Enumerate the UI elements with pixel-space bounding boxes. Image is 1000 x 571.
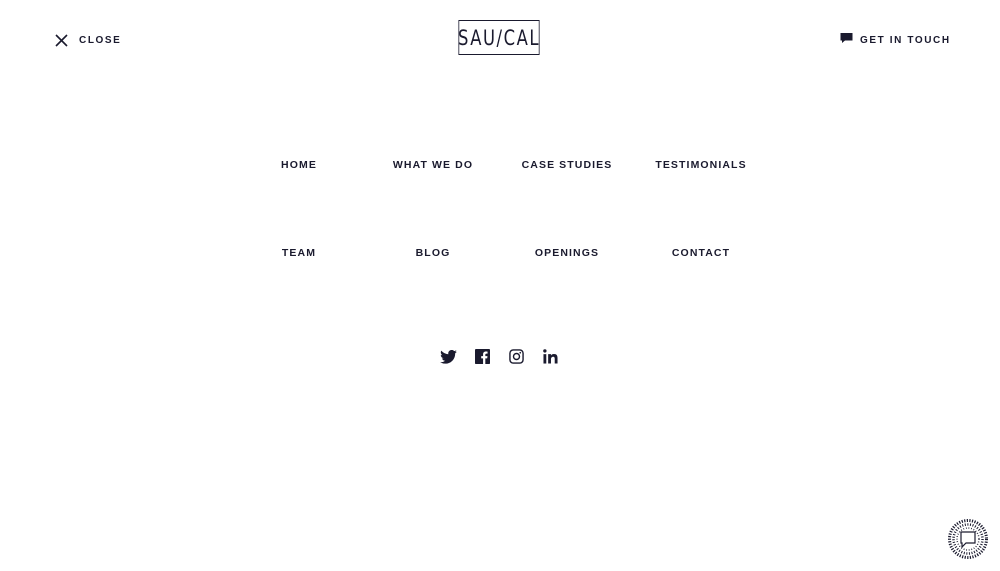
chat-widget-icon[interactable] [948,519,988,559]
twitter-icon[interactable] [440,348,457,365]
menu-item-blog[interactable]: BLOG [366,233,500,273]
menu-item-case-studies[interactable]: CASE STUDIES [500,145,634,185]
chat-bubble-icon [840,31,853,49]
get-in-touch-label: GET IN TOUCH [860,34,951,46]
close-icon [55,33,68,47]
facebook-icon[interactable] [474,348,491,365]
menu-item-contact[interactable]: CONTACT [634,233,768,273]
main-menu: HOME WHAT WE DO CASE STUDIES TESTIMONIAL… [232,145,768,273]
close-button[interactable]: CLOSE [55,31,121,49]
social-links [440,348,559,365]
top-bar: CLOSE SAU/CAL GET IN TOUCH [0,0,1000,80]
instagram-icon[interactable] [508,348,525,365]
get-in-touch-button[interactable]: GET IN TOUCH [840,31,951,49]
menu-item-openings[interactable]: OPENINGS [500,233,634,273]
close-label: CLOSE [79,34,122,46]
menu-item-team[interactable]: TEAM [232,233,366,273]
linkedin-icon[interactable] [542,348,559,365]
menu-item-testimonials[interactable]: TESTIMONIALS [634,145,768,185]
menu-item-home[interactable]: HOME [232,145,366,185]
menu-item-what-we-do[interactable]: WHAT WE DO [366,145,500,185]
logo[interactable]: SAU/CAL [458,20,540,55]
